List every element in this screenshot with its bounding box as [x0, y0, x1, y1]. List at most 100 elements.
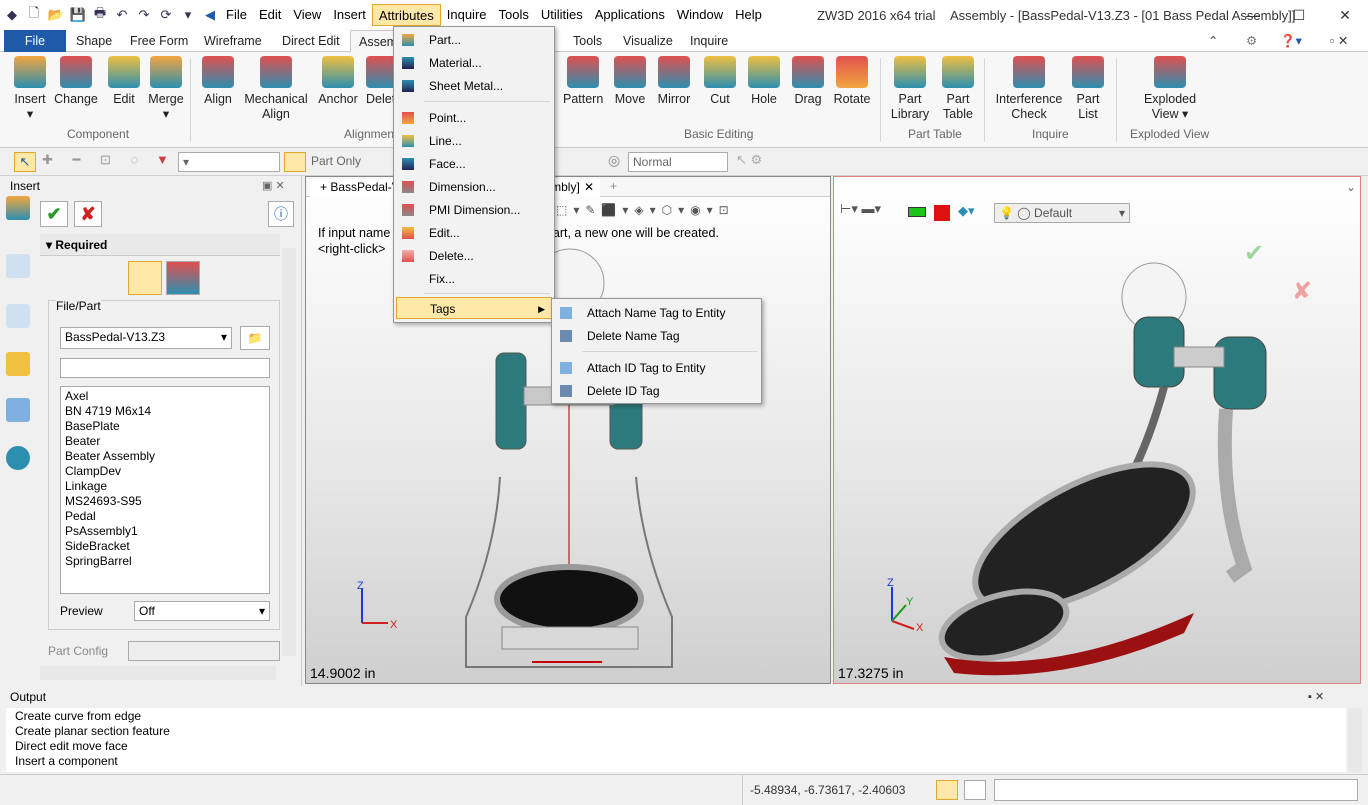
align-button[interactable]: Align: [198, 56, 238, 107]
view-options-icon[interactable]: ⊢▾ ▬▾: [840, 201, 881, 217]
menu-item-dimension[interactable]: Dimension...: [396, 176, 552, 198]
appearance-combo[interactable]: 💡 ◯ Default ▾: [994, 203, 1130, 223]
edit-button[interactable]: Edit: [104, 56, 144, 107]
menu-item-line[interactable]: Line...: [396, 130, 552, 152]
close-button[interactable]: ✕: [1322, 0, 1368, 30]
menu-item-material[interactable]: Material...: [396, 52, 552, 74]
selection-tools-icon[interactable]: ✚ ━ ⊡ ◌: [42, 152, 146, 168]
list-item[interactable]: PsAssembly1: [61, 524, 269, 539]
sidebar-insert-icon[interactable]: [6, 196, 30, 220]
part-list[interactable]: Axel BN 4719 M6x14 BasePlate Beater Beat…: [60, 386, 270, 594]
tab-wireframe[interactable]: Wireframe: [196, 30, 270, 52]
tab-inquire[interactable]: Inquire: [682, 30, 736, 52]
panel-h-scrollbar[interactable]: [40, 666, 276, 680]
red-color-icon[interactable]: [934, 205, 950, 221]
menu-item-pmi-dimension[interactable]: PMI Dimension...: [396, 199, 552, 221]
list-item[interactable]: Beater: [61, 434, 269, 449]
redo-icon[interactable]: ↷: [134, 5, 154, 25]
list-item[interactable]: BN 4719 M6x14: [61, 404, 269, 419]
part-only-icon[interactable]: [284, 152, 306, 172]
cancel-x-icon[interactable]: ✘: [74, 201, 102, 227]
view-toolbar-icons[interactable]: ⬚▾✎⬛▾◈▾⬡▾◉▾⊡: [556, 203, 735, 217]
list-item[interactable]: ClampDev: [61, 464, 269, 479]
material-icon[interactable]: ◆▾: [958, 203, 975, 219]
list-item[interactable]: SpringBarrel: [61, 554, 269, 569]
status-toggle-icon[interactable]: [936, 780, 958, 800]
file-select[interactable]: BassPedal-V13.Z3 ▾: [60, 327, 232, 349]
menu-file[interactable]: File: [220, 4, 253, 26]
output-pin-icon[interactable]: ▪ ✕: [1308, 690, 1324, 703]
part-library-button[interactable]: Part Library: [888, 56, 932, 122]
viewport-menu-icon[interactable]: ⌄: [1346, 180, 1356, 194]
tool-options-icon[interactable]: ↖ ⚙: [736, 152, 762, 168]
panel-scrollbar[interactable]: [282, 248, 296, 656]
menu-window[interactable]: Window: [671, 4, 729, 26]
viewport-right[interactable]: ⊢▾ ▬▾ ◆▾ 💡 ◯ Default ▾ ✔ ✘ Z X Y 17.3275 …: [833, 176, 1361, 684]
menu-item-point[interactable]: Point...: [396, 107, 552, 129]
green-color-icon[interactable]: [908, 207, 926, 217]
menu-item-part[interactable]: Part...: [396, 29, 552, 51]
ok-check-icon[interactable]: ✔: [40, 201, 68, 227]
menu-view[interactable]: View: [287, 4, 327, 26]
list-item[interactable]: BasePlate: [61, 419, 269, 434]
menu-tools[interactable]: Tools: [493, 4, 535, 26]
cut-button[interactable]: Cut: [700, 56, 740, 107]
tab-shape[interactable]: Shape: [68, 30, 120, 52]
viewport-left[interactable]: + BassPedal-V13.Z3 - [01 Bass Pedal Asse…: [305, 176, 831, 684]
menu-applications[interactable]: Applications: [589, 4, 671, 26]
hole-button[interactable]: Hole: [744, 56, 784, 107]
tab-free-form[interactable]: Free Form: [122, 30, 196, 52]
filter-icon[interactable]: ▼: [156, 152, 169, 167]
menu-item-edit[interactable]: Edit...: [396, 222, 552, 244]
tab-tools[interactable]: Tools: [565, 30, 610, 52]
part-table-button[interactable]: Part Table: [936, 56, 980, 122]
part-config-select[interactable]: [128, 641, 280, 661]
menu-item-attach-name-tag[interactable]: Attach Name Tag to Entity: [554, 302, 759, 324]
app-logo-icon[interactable]: ◆: [2, 5, 22, 25]
new-file-icon[interactable]: 🗋: [24, 5, 44, 25]
regen-icon[interactable]: ⟳: [156, 5, 176, 25]
browse-folder-icon[interactable]: 📁: [240, 326, 270, 350]
insert-new-part-icon[interactable]: [166, 261, 200, 295]
part-name-input[interactable]: [60, 358, 270, 378]
back-arrow-icon[interactable]: ◀: [200, 5, 220, 25]
list-item[interactable]: Beater Assembly: [61, 449, 269, 464]
dropdown-arrow-icon[interactable]: ▾: [178, 5, 198, 25]
menu-item-delete-id-tag[interactable]: Delete ID Tag: [554, 380, 759, 402]
sidebar-view-icon[interactable]: [6, 398, 30, 422]
list-item[interactable]: Axel: [61, 389, 269, 404]
pick-cursor-icon[interactable]: ↖: [14, 152, 36, 172]
menu-item-sheet-metal[interactable]: Sheet Metal...: [396, 75, 552, 97]
status-list-icon[interactable]: [964, 780, 986, 800]
new-tab-icon[interactable]: +: [610, 179, 617, 193]
exploded-view-button[interactable]: Exploded View ▾: [1140, 56, 1200, 122]
menu-item-attach-id-tag[interactable]: Attach ID Tag to Entity: [554, 357, 759, 379]
sidebar-user-icon[interactable]: [6, 446, 30, 470]
print-icon[interactable]: 🖶: [90, 5, 110, 25]
render-mode-icon[interactable]: ◎: [608, 152, 620, 169]
tab-visualize[interactable]: Visualize: [615, 30, 681, 52]
tab-file[interactable]: File: [4, 30, 66, 52]
move-button[interactable]: Move: [610, 56, 650, 107]
sidebar-tree-icon[interactable]: [6, 304, 30, 328]
tab-direct-edit[interactable]: Direct Edit: [274, 30, 348, 52]
sidebar-history-icon[interactable]: [6, 254, 30, 278]
menu-item-fix[interactable]: Fix...: [396, 268, 552, 290]
rotate-button[interactable]: Rotate: [832, 56, 872, 107]
collapse-ribbon-icon[interactable]: ⌃: [1200, 30, 1226, 52]
part-list-button[interactable]: Part List: [1068, 56, 1108, 122]
interference-check-button[interactable]: Interference Check: [992, 56, 1066, 122]
command-input[interactable]: [994, 779, 1358, 801]
menu-item-face[interactable]: Face...: [396, 153, 552, 175]
menu-help[interactable]: Help: [729, 4, 768, 26]
list-item[interactable]: Linkage: [61, 479, 269, 494]
menu-item-tags[interactable]: Tags ▶: [396, 297, 552, 319]
menu-insert[interactable]: Insert: [327, 4, 372, 26]
minimize-button[interactable]: —: [1230, 0, 1276, 30]
list-item[interactable]: Pedal: [61, 509, 269, 524]
filter-combo[interactable]: ▾: [178, 152, 280, 172]
pattern-button[interactable]: Pattern: [563, 56, 603, 107]
merge-button[interactable]: Merge ▾: [146, 56, 186, 122]
delete-button[interactable]: Delete: [366, 56, 396, 107]
change-button[interactable]: Change: [54, 56, 98, 107]
